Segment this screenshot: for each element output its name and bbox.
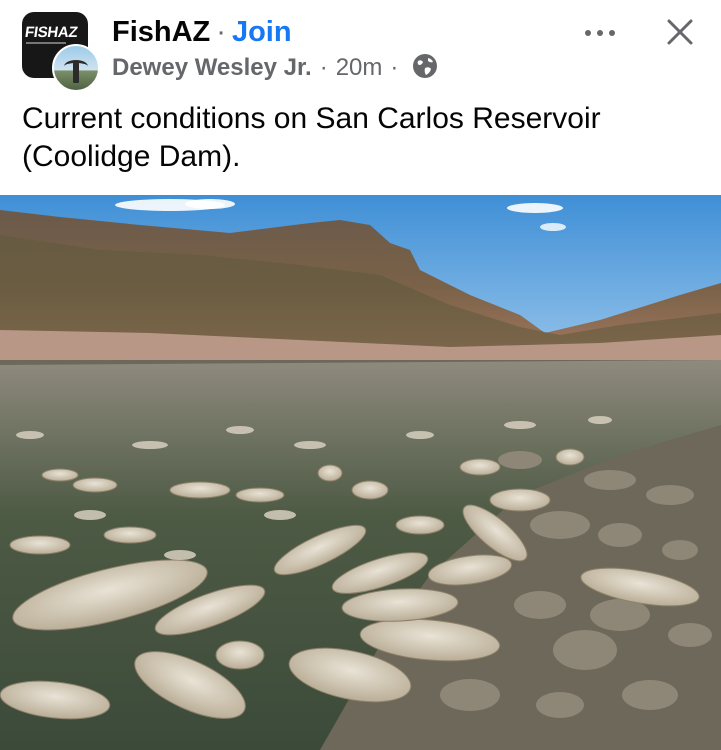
post-body-text: Current conditions on San Carlos Reservo…: [22, 102, 601, 173]
reservoir-photo-illustration: [0, 195, 721, 750]
post-timestamp[interactable]: 20m: [336, 54, 383, 81]
group-logo: FISHAZ: [23, 24, 79, 41]
meta-separator: ·: [319, 54, 328, 81]
globe-icon: [412, 53, 438, 88]
author-avatar[interactable]: [52, 44, 100, 92]
close-button[interactable]: [660, 12, 700, 52]
post-photo[interactable]: [0, 195, 721, 750]
more-horizontal-icon: [585, 30, 615, 36]
logo-underline: [26, 42, 66, 44]
avatar-figure: [73, 61, 79, 83]
title-separator: ·: [216, 16, 226, 48]
more-options-button[interactable]: [578, 18, 622, 48]
group-name-link[interactable]: FishAZ: [112, 16, 210, 48]
close-icon: [667, 19, 693, 45]
post-meta-line: Dewey Wesley Jr. · 20m ·: [112, 52, 438, 88]
post-header: FISHAZ FishAZ · Join Dewey Wesley Jr. · 20m ·: [0, 0, 721, 96]
author-name-link[interactable]: Dewey Wesley Jr.: [112, 54, 312, 81]
join-button[interactable]: Join: [232, 16, 292, 48]
post-title-line: FishAZ · Join: [112, 14, 292, 50]
meta-separator-2: ·: [390, 54, 399, 81]
